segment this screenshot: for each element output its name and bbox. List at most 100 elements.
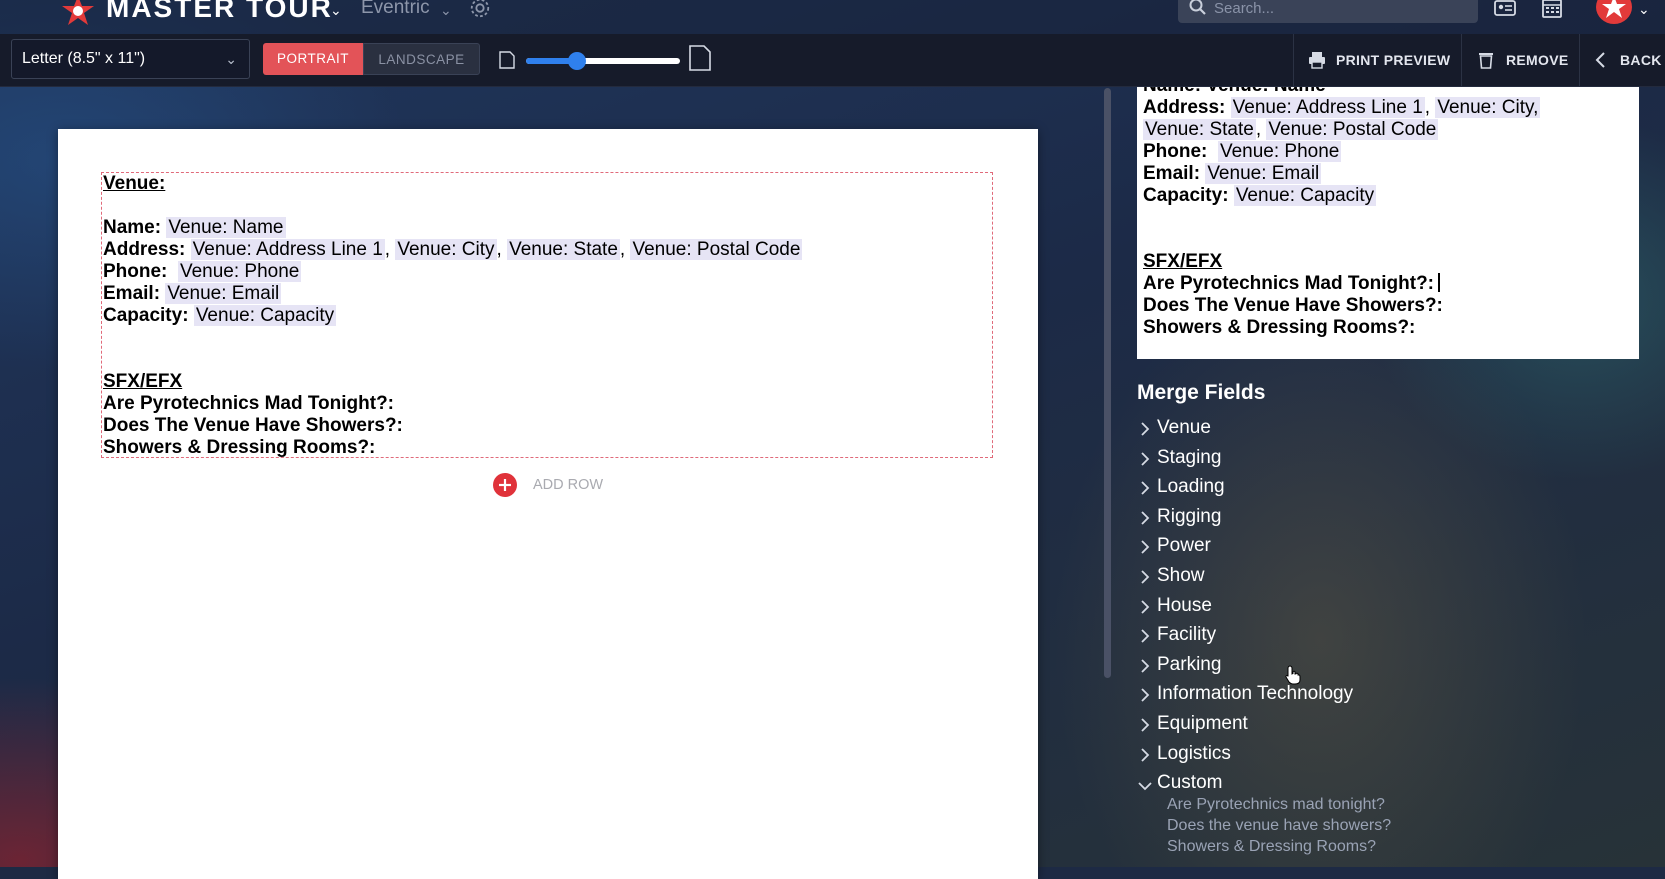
- custom-merge-field[interactable]: Does the venue have showers?: [1167, 817, 1391, 835]
- chevron-right-icon: [1141, 570, 1150, 584]
- merge-field-group-staging[interactable]: Staging: [1137, 447, 1437, 477]
- organization-name[interactable]: Eventric: [361, 0, 430, 19]
- zoom-slider[interactable]: [526, 52, 680, 70]
- question-label: Does The Venue Have Showers?:: [1143, 295, 1443, 316]
- back-label: BACK: [1620, 52, 1662, 68]
- merge-field-chip[interactable]: Venue: City: [395, 239, 497, 260]
- print-preview-label: PRINT PREVIEW: [1336, 52, 1451, 68]
- paper-size-select[interactable]: Letter (8.5" x 11") ⌄: [11, 39, 250, 79]
- search-input[interactable]: [1178, 0, 1478, 23]
- calendar-icon[interactable]: [1542, 0, 1562, 18]
- custom-merge-field[interactable]: Showers & Dressing Rooms?: [1167, 838, 1376, 856]
- merge-field-group-label: Facility: [1157, 624, 1217, 645]
- merge-field-group-show[interactable]: Show: [1137, 565, 1437, 595]
- chevron-right-icon: [1141, 629, 1150, 643]
- merge-field-group-logistics[interactable]: Logistics: [1137, 743, 1437, 773]
- merge-field-chip[interactable]: Venue: Address Line 1: [190, 239, 385, 260]
- merge-field-chip[interactable]: Venue: Postal Code: [1266, 119, 1439, 140]
- preview-panel: Name: Venue: Name Address: Venue: Addres…: [1137, 87, 1639, 359]
- merge-field-group-rigging[interactable]: Rigging: [1137, 506, 1437, 536]
- chevron-left-icon: [1595, 52, 1605, 68]
- phone-label: Phone:: [103, 261, 168, 282]
- merge-field-group-label: Staging: [1157, 447, 1222, 468]
- plus-icon: [493, 473, 517, 497]
- chevron-right-icon: [1141, 688, 1150, 702]
- ticket-icon[interactable]: [1494, 0, 1516, 17]
- sfx-heading: SFX/EFX: [1143, 251, 1223, 272]
- merge-field-chip[interactable]: Venue: State: [1143, 119, 1256, 140]
- email-label: Email:: [103, 283, 161, 304]
- document-page: Venue: Name: Venue: Name Address: Venue:…: [58, 129, 1038, 879]
- chevron-down-icon[interactable]: ⌄: [330, 2, 342, 19]
- chevron-right-icon: [1141, 511, 1150, 525]
- back-button[interactable]: BACK: [1579, 34, 1665, 86]
- sfx-heading: SFX/EFX: [103, 371, 183, 392]
- page-large-icon: [689, 45, 711, 71]
- remove-button[interactable]: REMOVE: [1461, 34, 1579, 86]
- phone-label: Phone:: [1143, 141, 1208, 162]
- brand-name[interactable]: MASTER TOUR: [106, 0, 333, 24]
- merge-field-group-label: Equipment: [1157, 713, 1248, 734]
- merge-field-chip[interactable]: Venue: State: [507, 239, 620, 260]
- merge-field-chip[interactable]: Venue: City,: [1435, 97, 1541, 118]
- merge-field-group-label: Power: [1157, 535, 1211, 556]
- avatar[interactable]: [1596, 0, 1632, 24]
- scrollbar[interactable]: [1104, 88, 1111, 678]
- chevron-right-icon: [1141, 540, 1150, 554]
- merge-field-chip[interactable]: Venue: Capacity: [1233, 185, 1377, 206]
- chevron-right-icon: [1141, 600, 1150, 614]
- chevron-down-icon: [1138, 782, 1152, 791]
- venue-heading: Venue:: [103, 173, 166, 194]
- email-label: Email:: [1143, 163, 1201, 184]
- zoom-slider-handle[interactable]: [567, 52, 586, 70]
- merge-field-group-power[interactable]: Power: [1137, 535, 1437, 565]
- trash-icon: [1479, 53, 1493, 69]
- remove-label: REMOVE: [1506, 52, 1569, 68]
- merge-field-chip[interactable]: Venue: Email: [1205, 163, 1322, 184]
- add-row-label: ADD ROW: [533, 477, 604, 493]
- merge-field-chip[interactable]: Venue: Postal Code: [630, 239, 803, 260]
- landscape-button[interactable]: LANDSCAPE: [363, 43, 480, 75]
- merge-field-chip[interactable]: Venue: Phone: [1217, 141, 1342, 162]
- capacity-label: Capacity:: [1143, 185, 1229, 206]
- merge-field-group-house[interactable]: House: [1137, 595, 1437, 625]
- chevron-down-icon: ⌄: [225, 51, 237, 67]
- merge-field-group-loading[interactable]: Loading: [1137, 476, 1437, 506]
- preview-cut-line: Name: Venue: Name: [1143, 87, 1326, 96]
- editor-toolbar: Letter (8.5" x 11") ⌄ PORTRAIT LANDSCAPE…: [0, 34, 1665, 87]
- print-preview-button[interactable]: PRINT PREVIEW: [1293, 34, 1461, 86]
- merge-field-chip[interactable]: Venue: Phone: [177, 261, 302, 282]
- question-label: Are Pyrotechnics Mad Tonight?:: [1143, 273, 1435, 294]
- merge-field-group-label: Logistics: [1157, 743, 1231, 764]
- question-label: Showers & Dressing Rooms?:: [103, 437, 376, 458]
- chevron-right-icon: [1141, 718, 1150, 732]
- question-label: Showers & Dressing Rooms?:: [1143, 317, 1416, 338]
- gear-icon[interactable]: [469, 0, 491, 19]
- search-icon: [1189, 0, 1206, 15]
- chevron-down-icon[interactable]: ⌄: [440, 2, 452, 19]
- chevron-right-icon: [1141, 481, 1150, 495]
- name-label: Name:: [103, 217, 162, 238]
- merge-field-chip[interactable]: Venue: Capacity: [193, 305, 337, 326]
- merge-field-group-equipment[interactable]: Equipment: [1137, 713, 1437, 743]
- paper-size-value: Letter (8.5" x 11"): [22, 50, 146, 67]
- merge-field-group-label: Loading: [1157, 476, 1225, 497]
- merge-field-chip[interactable]: Venue: Email: [165, 283, 282, 304]
- merge-field-chip[interactable]: Venue: Address Line 1: [1230, 97, 1425, 118]
- merge-field-group-information-technology[interactable]: Information Technology: [1137, 683, 1437, 713]
- merge-field-group-label: Custom: [1157, 772, 1223, 793]
- question-label: Are Pyrotechnics Mad Tonight?:: [103, 393, 395, 414]
- merge-field-group-venue[interactable]: Venue: [1137, 417, 1437, 447]
- document-row[interactable]: Venue: Name: Venue: Name Address: Venue:…: [101, 172, 993, 458]
- custom-merge-field[interactable]: Are Pyrotechnics mad tonight?: [1167, 796, 1385, 814]
- portrait-button[interactable]: PORTRAIT: [263, 43, 363, 75]
- merge-field-chip[interactable]: Venue: Name: [166, 217, 286, 238]
- merge-fields-title: Merge Fields: [1137, 381, 1266, 404]
- chevron-down-icon[interactable]: ⌄: [1638, 1, 1650, 18]
- chevron-right-icon: [1141, 422, 1150, 436]
- merge-field-group-facility[interactable]: Facility: [1137, 624, 1437, 654]
- chevron-right-icon: [1141, 659, 1150, 673]
- logo-icon[interactable]: [58, 0, 98, 28]
- merge-field-group-label: House: [1157, 595, 1212, 616]
- merge-field-group-label: Information Technology: [1157, 683, 1354, 704]
